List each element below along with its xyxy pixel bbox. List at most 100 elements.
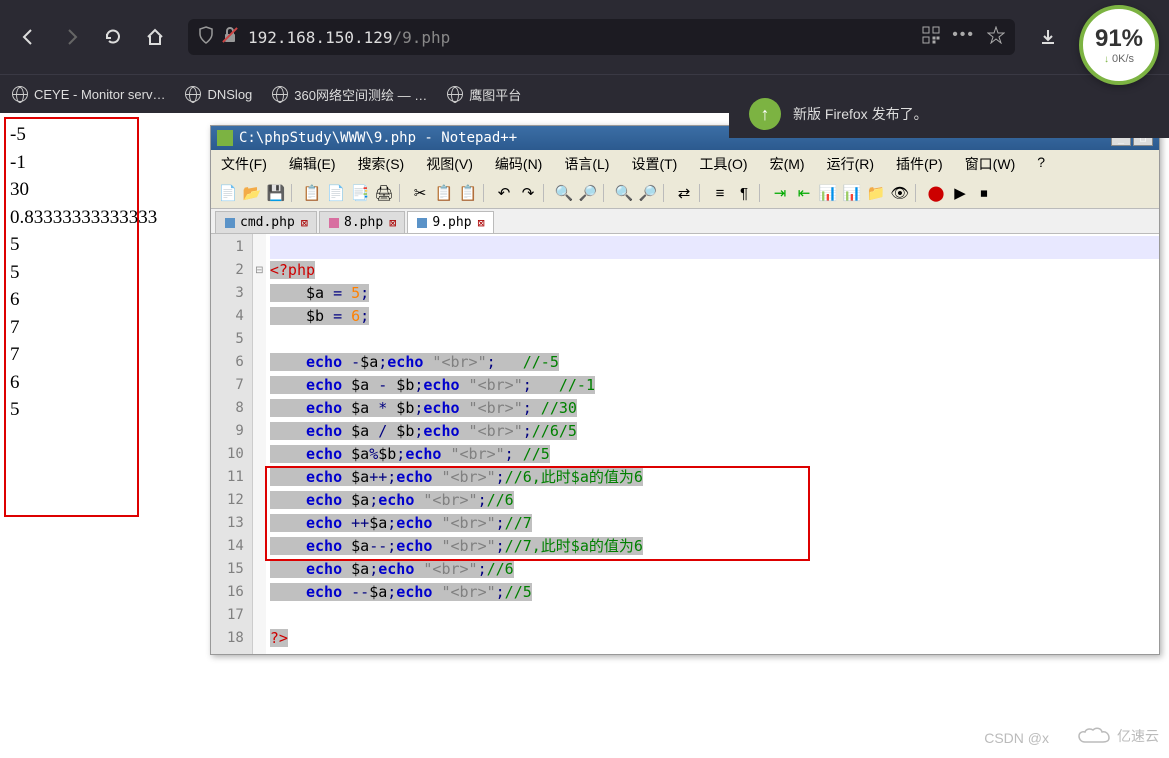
- file-tab[interactable]: 9.php⊠: [407, 211, 493, 233]
- code-line[interactable]: ?>: [270, 627, 1159, 650]
- copy3-icon[interactable]: 📋: [433, 182, 455, 204]
- map-icon[interactable]: 📊: [841, 182, 863, 204]
- folder-icon[interactable]: 📁: [865, 182, 887, 204]
- more-icon[interactable]: •••: [952, 26, 975, 49]
- shield-icon: [198, 26, 214, 49]
- stop-icon[interactable]: ⏹: [973, 182, 995, 204]
- menu-item[interactable]: 编码(N): [491, 152, 546, 176]
- bookmark-ceye[interactable]: CEYE - Monitor serv…: [12, 86, 165, 102]
- menu-item[interactable]: 视图(V): [422, 152, 477, 176]
- line-gutter: 12345678910111213141516171819: [211, 234, 252, 654]
- cut-icon[interactable]: ✂: [409, 182, 431, 204]
- file-tab[interactable]: cmd.php⊠: [215, 211, 317, 233]
- print-icon[interactable]: 🖨: [373, 182, 395, 204]
- bookmark-360[interactable]: 360网络空间测绘 — …: [272, 85, 427, 104]
- reload-button[interactable]: [96, 20, 130, 54]
- menu-item[interactable]: 语言(L): [560, 152, 613, 176]
- indent-icon[interactable]: ⇥: [769, 182, 791, 204]
- notification-text: 新版 Firefox 发布了。: [793, 104, 928, 124]
- code-line[interactable]: echo $a;echo "<br>";//6: [270, 558, 1159, 581]
- code-line[interactable]: [270, 650, 1159, 654]
- notepad-app-icon: [217, 130, 233, 146]
- output-line: -5: [10, 121, 133, 149]
- tab-close-icon[interactable]: ⊠: [301, 216, 308, 230]
- notepad-editor[interactable]: 12345678910111213141516171819 ⊟ <?php $a…: [211, 234, 1159, 654]
- sync-icon[interactable]: ⇄: [673, 182, 695, 204]
- firefox-update-notification[interactable]: ↑ 新版 Firefox 发布了。: [729, 90, 1169, 138]
- output-line: 5: [10, 396, 133, 424]
- menu-item[interactable]: 工具(O): [695, 152, 751, 176]
- code-line[interactable]: [270, 236, 1159, 259]
- undo-icon[interactable]: ↶: [493, 182, 515, 204]
- url-text: 192.168.150.129/9.php: [248, 28, 922, 47]
- open-file-icon[interactable]: 📂: [241, 182, 263, 204]
- code-line[interactable]: $b = 6;: [270, 305, 1159, 328]
- wrap-icon[interactable]: ≡: [709, 182, 731, 204]
- copy-icon[interactable]: 📋: [301, 182, 323, 204]
- paste2-icon[interactable]: 📋: [457, 182, 479, 204]
- copy2-icon[interactable]: 📑: [349, 182, 371, 204]
- para-icon[interactable]: ¶: [733, 182, 755, 204]
- menu-item[interactable]: 宏(M): [766, 152, 809, 176]
- address-bar[interactable]: 192.168.150.129/9.php •••: [188, 19, 1015, 55]
- record-icon[interactable]: ⬤: [925, 182, 947, 204]
- play-icon[interactable]: ▶: [949, 182, 971, 204]
- upload-icon: ↑: [749, 98, 781, 130]
- menu-item[interactable]: 运行(R): [823, 152, 878, 176]
- code-line[interactable]: echo ++$a;echo "<br>";//7: [270, 512, 1159, 535]
- tab-close-icon[interactable]: ⊠: [478, 216, 485, 230]
- tab-close-icon[interactable]: ⊠: [389, 216, 396, 230]
- downloads-icon[interactable]: [1031, 20, 1065, 54]
- bookmark-dnslog[interactable]: DNSlog: [185, 86, 252, 102]
- menu-item[interactable]: 搜索(S): [354, 152, 409, 176]
- menu-item[interactable]: 编辑(E): [285, 152, 340, 176]
- menu-item[interactable]: 文件(F): [217, 152, 271, 176]
- code-line[interactable]: echo $a - $b;echo "<br>"; //-1: [270, 374, 1159, 397]
- code-line[interactable]: echo $a * $b;echo "<br>"; //30: [270, 397, 1159, 420]
- code-line[interactable]: [270, 328, 1159, 351]
- output-line: 30: [10, 176, 133, 204]
- output-line: 6: [10, 286, 133, 314]
- menu-item[interactable]: 设置(T): [627, 152, 681, 176]
- fold-gutter[interactable]: ⊟: [252, 234, 266, 654]
- code-line[interactable]: echo --$a;echo "<br>";//5: [270, 581, 1159, 604]
- globe-icon: [12, 86, 28, 102]
- redo-icon[interactable]: ↷: [517, 182, 539, 204]
- code-line[interactable]: $a = 5;: [270, 282, 1159, 305]
- code-line[interactable]: echo $a / $b;echo "<br>";//6/5: [270, 420, 1159, 443]
- forward-button[interactable]: [54, 20, 88, 54]
- csdn-watermark: CSDN @x: [984, 730, 1049, 746]
- zoom-in-icon[interactable]: 🔍: [613, 182, 635, 204]
- code-line[interactable]: echo -$a;echo "<br>"; //-5: [270, 351, 1159, 374]
- bookmark-star-icon[interactable]: [987, 26, 1005, 49]
- code-line[interactable]: <?php: [270, 259, 1159, 282]
- menu-item[interactable]: 插件(P): [892, 152, 947, 176]
- code-line[interactable]: echo $a;echo "<br>";//6: [270, 489, 1159, 512]
- code-area[interactable]: <?php $a = 5; $b = 6; echo -$a;echo "<br…: [266, 234, 1159, 654]
- insecure-lock-icon: [222, 27, 238, 48]
- menu-item[interactable]: ?: [1033, 152, 1049, 176]
- code-line[interactable]: echo $a--;echo "<br>";//7,此时$a的值为6: [270, 535, 1159, 558]
- speed-badge[interactable]: 91% ↓ 0K/s: [1079, 5, 1159, 85]
- home-button[interactable]: [138, 20, 172, 54]
- output-line: -1: [10, 149, 133, 177]
- replace-icon[interactable]: 🔎: [577, 182, 599, 204]
- code-line[interactable]: [270, 604, 1159, 627]
- globe-icon: [272, 86, 288, 102]
- outdent-icon[interactable]: ⇤: [793, 182, 815, 204]
- new-file-icon[interactable]: 📄: [217, 182, 239, 204]
- back-button[interactable]: [12, 20, 46, 54]
- menu-item[interactable]: 窗口(W): [961, 152, 1020, 176]
- bookmark-yingtu[interactable]: 鹰图平台: [447, 85, 521, 104]
- find-icon[interactable]: 🔍: [553, 182, 575, 204]
- save-icon[interactable]: 💾: [265, 182, 287, 204]
- output-line: 5: [10, 259, 133, 287]
- func-icon[interactable]: 📊: [817, 182, 839, 204]
- code-line[interactable]: echo $a++;echo "<br>";//6,此时$a的值为6: [270, 466, 1159, 489]
- zoom-out-icon[interactable]: 🔎: [637, 182, 659, 204]
- paste-icon[interactable]: 📄: [325, 182, 347, 204]
- file-tab[interactable]: 8.php⊠: [319, 211, 405, 233]
- code-line[interactable]: echo $a%$b;echo "<br>"; //5: [270, 443, 1159, 466]
- qr-icon[interactable]: [922, 26, 940, 49]
- monitor-icon[interactable]: 👁: [889, 182, 911, 204]
